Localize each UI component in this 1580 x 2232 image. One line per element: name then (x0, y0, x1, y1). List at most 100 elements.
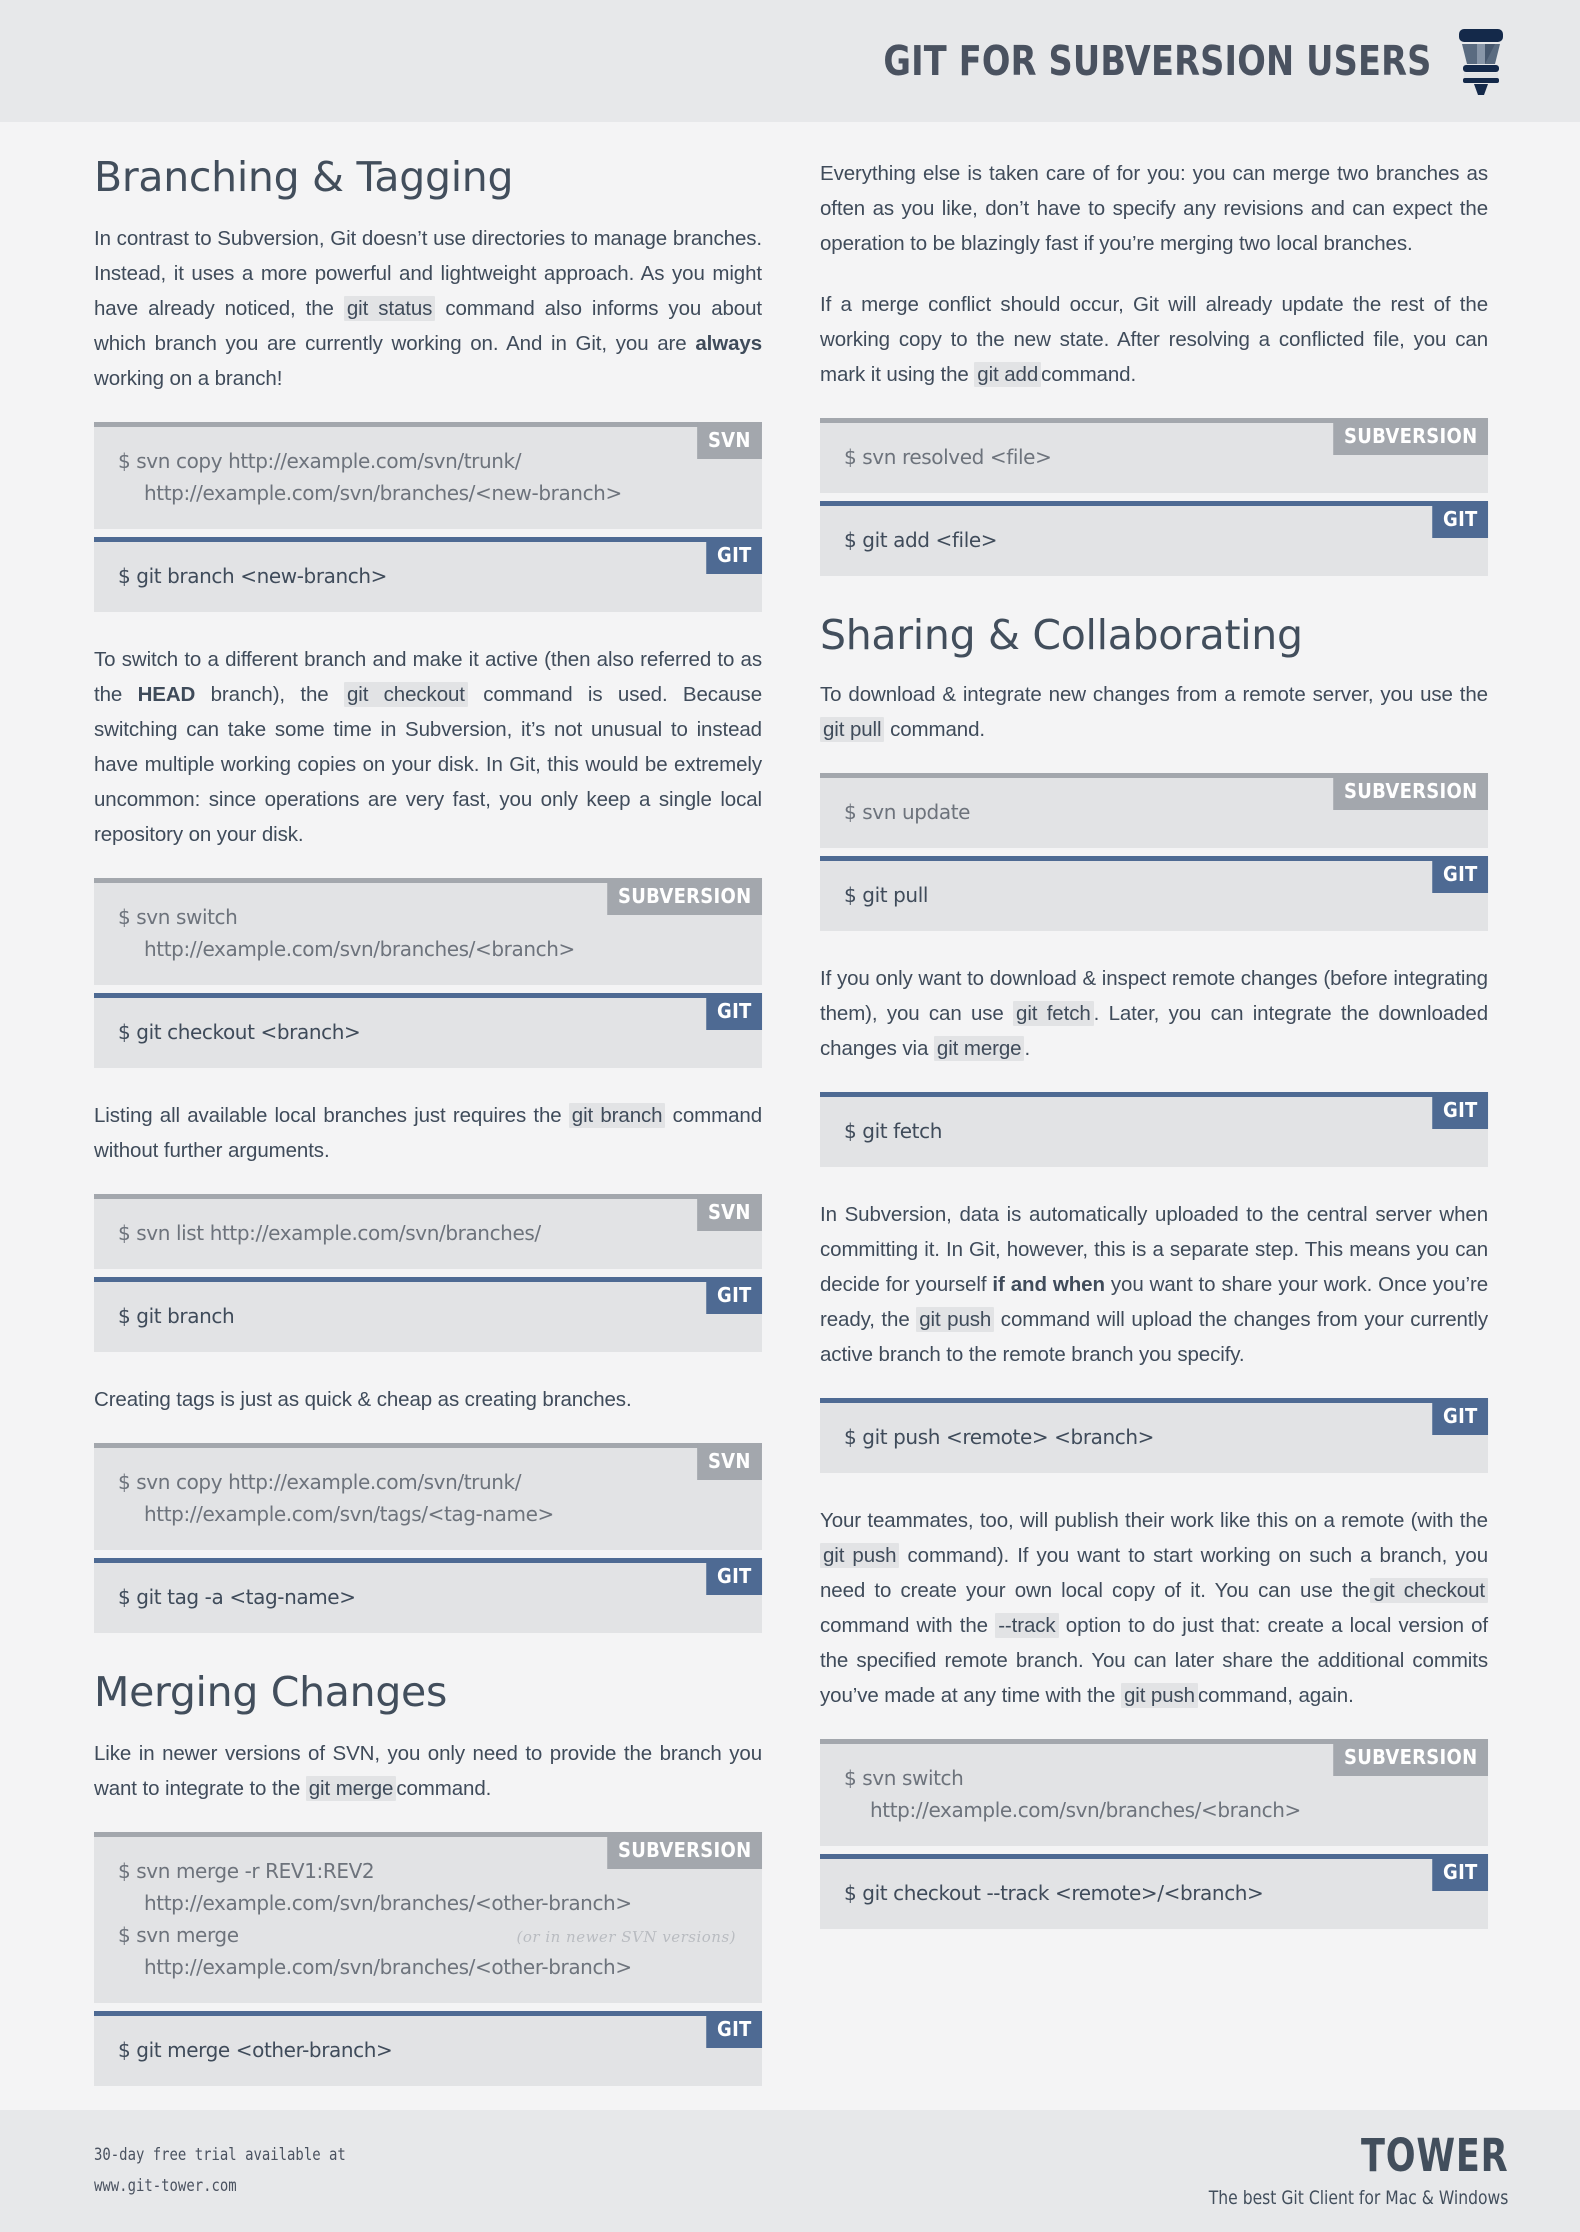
badge-git: GIT (705, 2011, 762, 2049)
inline-code-git-fetch: git fetch (1013, 1001, 1094, 1027)
text-fragment: Listing all available local branches jus… (94, 1104, 569, 1128)
badge-subversion: SUBVERSION (607, 1832, 762, 1870)
badge-subversion: SUBVERSION (1333, 1739, 1488, 1777)
text-fragment: . (1024, 1037, 1031, 1061)
text-fragment: command, again. (1197, 1684, 1354, 1708)
text-fragment: command. (1041, 363, 1137, 386)
paragraph-fetch-merge: If you only want to download & inspect r… (820, 961, 1488, 1066)
badge-git: GIT (1431, 1854, 1488, 1892)
badge-git: GIT (1431, 1092, 1488, 1130)
code-line: $ git tag -a <tag-name> (118, 1585, 356, 1610)
badge-subversion: SUBVERSION (1333, 773, 1488, 811)
inline-code-git-checkout: git checkout (343, 682, 468, 708)
code-line: http://example.com/svn/branches/<new-bra… (144, 481, 622, 506)
code-line: $ git checkout --track <remote>/<branch> (844, 1881, 1264, 1906)
badge-subversion: SUBVERSION (607, 878, 762, 916)
badge-git: GIT (705, 993, 762, 1031)
code-block-git: GIT $ git checkout <branch> (94, 993, 762, 1069)
code-block-git: GIT $ git merge <other-branch> (94, 2011, 762, 2087)
inline-code-git-pull: git pull (820, 717, 885, 743)
footer-trial-info: 30-day free trial available at www.git-t… (94, 2140, 346, 2202)
inline-code-track-option: --track (995, 1613, 1059, 1639)
code-group-list-branches: SVN $ svn list http://example.com/svn/br… (94, 1194, 762, 1353)
code-group-switch-branch: SUBVERSION $ svn switch http://example.c… (94, 878, 762, 1069)
code-line: http://example.com/svn/branches/<other-b… (144, 1891, 632, 1916)
text-fragment: To download & integrate new changes from… (820, 683, 1488, 707)
text-fragment: command with the (820, 1614, 996, 1638)
badge-git: GIT (705, 1558, 762, 1596)
code-group-fetch: GIT $ git fetch (820, 1092, 1488, 1168)
code-line: $ git branch (118, 1304, 235, 1329)
code-group-update-pull: SUBVERSION $ svn update GIT $ git pull (820, 773, 1488, 932)
badge-svn: SVN (697, 422, 762, 460)
inline-code-git-branch: git branch (568, 1103, 666, 1129)
footer-brand: TOWER The best Git Client for Mac & Wind… (1143, 2133, 1508, 2209)
text-fragment: working on a branch! (94, 367, 283, 391)
text-fragment: branch), the (195, 683, 344, 707)
badge-git: GIT (705, 537, 762, 575)
text-fragment: command. (396, 1777, 492, 1801)
code-line: $ git add <file> (844, 528, 998, 552)
code-line: $ git checkout <branch> (118, 1020, 361, 1045)
right-column: Everything else is taken care of for you… (820, 156, 1488, 1959)
code-block-git: GIT $ git checkout --track <remote>/<bra… (820, 1854, 1488, 1930)
inline-code-git-push: git push (1120, 1683, 1198, 1709)
text-fragment: Your teammates, too, will publish their … (820, 1509, 1488, 1533)
code-block-svn: SUBVERSION $ svn switch http://example.c… (820, 1739, 1488, 1847)
code-line: http://example.com/svn/branches/<branch> (870, 1798, 1301, 1823)
code-line: $ git merge <other-branch> (118, 2038, 393, 2063)
inline-code-git-push: git push (820, 1543, 900, 1569)
content-area: Branching & Tagging In contrast to Subve… (0, 122, 1580, 2116)
code-line: $ svn copy http://example.com/svn/trunk/ (118, 449, 522, 474)
emphasis-head: HEAD (137, 683, 196, 707)
code-line: http://example.com/svn/branches/<branch> (144, 937, 575, 962)
emphasis-always: always (695, 332, 762, 356)
page-footer: 30-day free trial available at www.git-t… (0, 2110, 1580, 2232)
text-fragment: If a merge conflict should occur, Git wi… (820, 293, 1488, 386)
code-block-svn: SUBVERSION $ svn switch http://example.c… (94, 878, 762, 986)
badge-svn: SVN (697, 1443, 762, 1481)
footer-website-url[interactable]: www.git-tower.com (94, 2171, 346, 2202)
code-line: $ svn merge (118, 1923, 239, 1948)
paragraph-merging-intro: Like in newer versions of SVN, you only … (94, 1736, 762, 1806)
badge-svn: SVN (697, 1194, 762, 1232)
code-line: $ git push <remote> <branch> (844, 1425, 1155, 1450)
code-block-svn: SVN $ svn list http://example.com/svn/br… (94, 1194, 762, 1270)
code-block-git: GIT $ git branch (94, 1277, 762, 1353)
inline-code-git-add: git add (974, 362, 1042, 387)
code-block-git: GIT $ git add <file> (820, 501, 1488, 576)
code-group-resolve: SUBVERSION $ svn resolved <file> GIT $ g… (820, 418, 1488, 576)
code-block-svn: SVN $ svn copy http://example.com/svn/tr… (94, 1443, 762, 1551)
cheat-sheet-page: GIT FOR SUBVERSION USERS Branching & Tag… (0, 0, 1580, 2232)
page-title: GIT FOR SUBVERSION USERS (883, 37, 1432, 85)
paragraph-merge-conflict: If a merge conflict should occur, Git wi… (820, 287, 1488, 392)
code-line: http://example.com/svn/branches/<other-b… (144, 1955, 632, 1980)
page-header: GIT FOR SUBVERSION USERS (0, 0, 1580, 122)
code-block-svn: SUBVERSION $ svn update (820, 773, 1488, 849)
badge-git: GIT (1431, 501, 1488, 538)
code-block-git: GIT $ git branch <new-branch> (94, 537, 762, 613)
code-block-git: GIT $ git tag -a <tag-name> (94, 1558, 762, 1634)
code-block-git: GIT $ git pull (820, 856, 1488, 932)
badge-git: GIT (1431, 856, 1488, 894)
code-block-svn: SUBVERSION $ svn merge -r REV1:REV2 http… (94, 1832, 762, 2004)
paragraph-switch-branch: To switch to a different branch and make… (94, 642, 762, 852)
paragraph-download-integrate: To download & integrate new changes from… (820, 677, 1488, 747)
inline-code-git-push: git push (916, 1307, 995, 1333)
code-line: $ git pull (844, 883, 929, 908)
left-column: Branching & Tagging In contrast to Subve… (94, 155, 762, 2116)
inline-code-git-checkout: git checkout (1370, 1578, 1488, 1604)
code-line: $ svn copy http://example.com/svn/trunk/ (118, 1470, 522, 1495)
paragraph-push-upload: In Subversion, data is automatically upl… (820, 1197, 1488, 1372)
code-block-git: GIT $ git fetch (820, 1092, 1488, 1168)
code-row-with-note: $ svn merge (or in newer SVN versions) (118, 1919, 738, 1951)
text-fragment: command. (884, 718, 985, 742)
inline-code-git-merge: git merge (305, 1776, 397, 1802)
code-line: $ git branch <new-branch> (118, 564, 388, 589)
inline-code-git-status: git status (343, 296, 436, 322)
tower-wordmark: TOWER (1360, 2129, 1508, 2182)
code-group-push: GIT $ git push <remote> <branch> (820, 1398, 1488, 1474)
paragraph-creating-tags: Creating tags is just as quick & cheap a… (94, 1388, 632, 1412)
code-line: $ git fetch (844, 1119, 942, 1144)
badge-git: GIT (705, 1277, 762, 1315)
